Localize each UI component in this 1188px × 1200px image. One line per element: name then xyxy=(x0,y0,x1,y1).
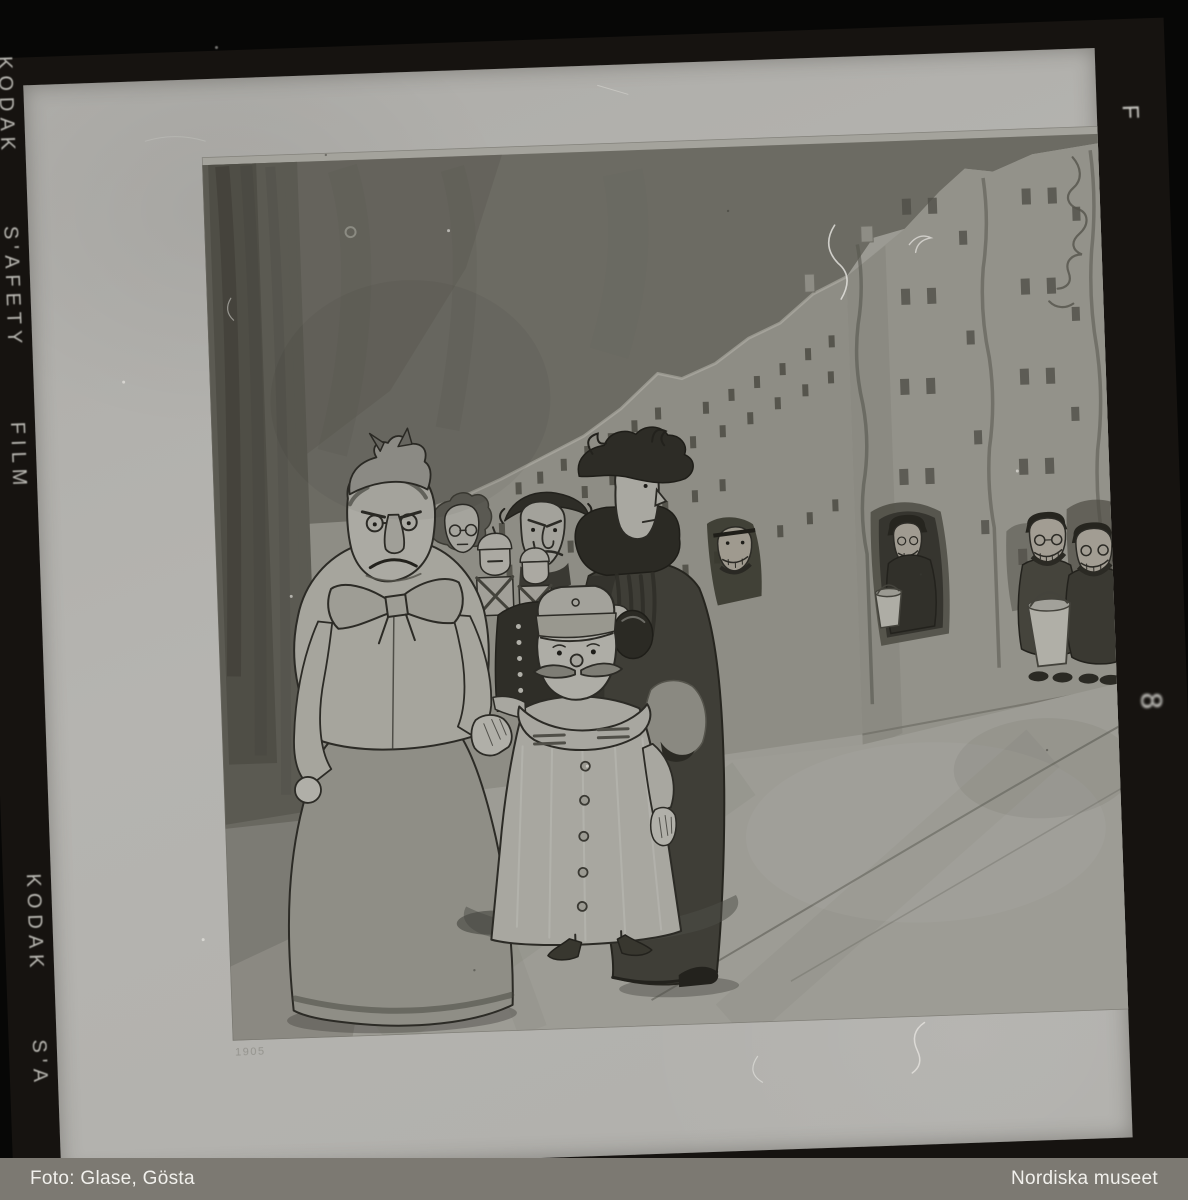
film-edge-marking-kodak-bottom: KODAK xyxy=(21,873,47,974)
artwork-date-inscription: 1905 xyxy=(235,1046,266,1059)
film-edge-marking-f: F xyxy=(1117,104,1144,119)
photographer-credit: Foto: Glase, Gösta xyxy=(30,1168,195,1190)
film-emulsion-frame: 1905 xyxy=(23,48,1132,1175)
film-edge-marking-safety: S'AFETY xyxy=(0,226,25,350)
film-negative: KODAK S'AFETY FILM KODAK S'A F 8 xyxy=(0,18,1188,1200)
museum-credit: Nordiska museet xyxy=(1011,1168,1158,1190)
film-edge-marking-8: 8 xyxy=(1133,692,1168,710)
photographed-film-negative: KODAK S'AFETY FILM KODAK S'A F 8 xyxy=(0,0,1188,1200)
film-edge-marking-sa: S'A xyxy=(27,1039,52,1088)
figure-doorway-man xyxy=(870,501,952,646)
dust-speck xyxy=(215,46,218,49)
figure-peeking-man xyxy=(707,516,763,606)
caption-bar: Foto: Glase, Gösta Nordiska museet xyxy=(0,1158,1188,1200)
artwork-drawing xyxy=(202,126,1133,1041)
film-edge-marking-kodak-top: KODAK xyxy=(0,56,19,157)
film-edge-marking-film: FILM xyxy=(5,421,30,491)
